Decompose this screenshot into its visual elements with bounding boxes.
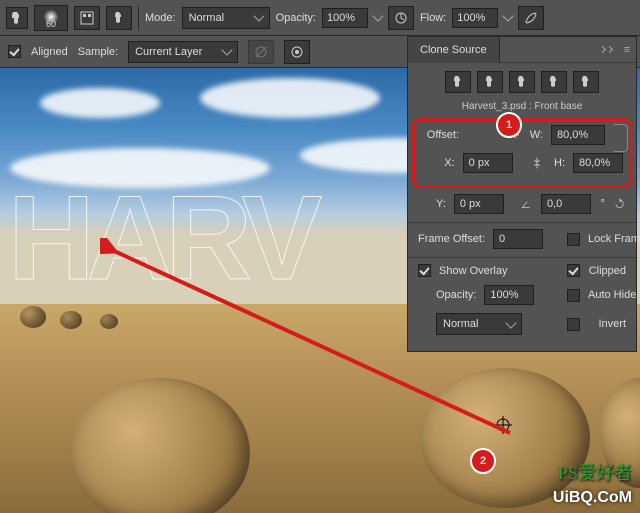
aligned-label: Aligned bbox=[31, 46, 68, 58]
show-overlay-checkbox[interactable] bbox=[418, 264, 431, 277]
hay-bale bbox=[20, 306, 46, 328]
chevron-down-icon[interactable] bbox=[503, 10, 514, 21]
height-label: H: bbox=[553, 157, 565, 169]
width-label: W: bbox=[529, 129, 543, 141]
annotation-badge-1: 1 bbox=[496, 112, 522, 138]
show-overlay-label: Show Overlay bbox=[439, 265, 477, 277]
reset-transform-icon[interactable] bbox=[613, 196, 626, 212]
chevron-down-icon bbox=[221, 44, 232, 55]
clone-source-3-button[interactable] bbox=[509, 71, 535, 93]
flip-vertical-icon[interactable] bbox=[529, 155, 545, 171]
marquee-selection-text: HARV bbox=[8, 178, 314, 298]
opacity-input[interactable]: 100% bbox=[322, 8, 368, 28]
panel-menu-icon[interactable]: ≡ bbox=[618, 44, 636, 56]
clone-source-5-button[interactable] bbox=[573, 71, 599, 93]
clone-source-panel: Clone Source ≡ Harvest_3.psd : Front bas… bbox=[407, 36, 637, 352]
auto-hide-checkbox[interactable] bbox=[567, 289, 580, 302]
offset-label: Offset: bbox=[421, 129, 459, 141]
invert-label: Invert bbox=[588, 318, 626, 330]
frame-offset-input[interactable]: 0 bbox=[493, 229, 543, 249]
y-input[interactable]: 0 px bbox=[454, 194, 504, 214]
clone-sample-cursor bbox=[494, 416, 512, 434]
sample-label: Sample: bbox=[78, 46, 118, 58]
mode-select[interactable]: Normal bbox=[182, 7, 270, 29]
brush-size-label: 60 bbox=[46, 19, 56, 29]
pressure-size-button[interactable] bbox=[284, 40, 310, 64]
panel-tab-bar: Clone Source ≡ bbox=[408, 37, 636, 63]
x-label: X: bbox=[421, 157, 455, 169]
frame-offset-label: Frame Offset: bbox=[418, 233, 485, 245]
mode-label: Mode: bbox=[145, 12, 176, 24]
chevron-down-icon[interactable] bbox=[372, 10, 383, 21]
tool-preset-picker[interactable] bbox=[6, 7, 28, 29]
lock-frame-checkbox[interactable] bbox=[567, 233, 580, 246]
angle-input[interactable]: 0,0 bbox=[541, 194, 591, 214]
toggle-brush-panel-button[interactable] bbox=[74, 6, 100, 30]
hay-bale bbox=[60, 311, 82, 329]
overlay-mode-select[interactable]: Normal bbox=[436, 313, 522, 335]
link-wh-icon[interactable] bbox=[614, 124, 628, 152]
ignore-adjustment-button[interactable] bbox=[248, 40, 274, 64]
chevron-down-icon bbox=[505, 317, 516, 328]
chevron-down-icon bbox=[253, 10, 264, 21]
overlay-opacity-label: Opacity: bbox=[436, 289, 476, 301]
annotation-highlight-box: Offset: W: 80,0% X: 0 px H: 80,0% bbox=[412, 118, 632, 188]
airbrush-button[interactable] bbox=[518, 6, 544, 30]
clone-source-tab[interactable]: Clone Source bbox=[408, 37, 500, 63]
clone-source-1-button[interactable] bbox=[445, 71, 471, 93]
width-input[interactable]: 80,0% bbox=[551, 125, 605, 145]
watermark-text-1: PS爱好者 bbox=[558, 459, 632, 485]
auto-hide-label: Auto Hide bbox=[588, 289, 626, 301]
y-label: Y: bbox=[418, 198, 446, 210]
overlay-opacity-input[interactable]: 100% bbox=[484, 285, 534, 305]
flow-label: Flow: bbox=[420, 12, 446, 24]
aligned-checkbox[interactable] bbox=[8, 45, 21, 58]
opacity-label: Opacity: bbox=[276, 12, 316, 24]
clipped-label: Clipped bbox=[588, 265, 626, 277]
sample-select[interactable]: Current Layer bbox=[128, 41, 238, 63]
brush-preset-picker[interactable]: 60 bbox=[34, 5, 68, 31]
invert-checkbox[interactable] bbox=[567, 318, 580, 331]
hay-bale bbox=[100, 314, 118, 329]
annotation-badge-2: 2 bbox=[470, 448, 496, 474]
source-document-label: Harvest_3.psd : Front base bbox=[418, 101, 626, 112]
clone-source-4-button[interactable] bbox=[541, 71, 567, 93]
lock-frame-label: Lock Frame bbox=[588, 233, 626, 245]
collapse-panel-icon[interactable] bbox=[600, 47, 612, 52]
clipped-checkbox[interactable] bbox=[567, 264, 580, 277]
angle-icon bbox=[520, 196, 533, 212]
options-bar: 60 Mode: Normal Opacity: 100% Flow: 100% bbox=[0, 0, 640, 36]
clone-source-2-button[interactable] bbox=[477, 71, 503, 93]
flow-input[interactable]: 100% bbox=[452, 8, 498, 28]
pressure-opacity-button[interactable] bbox=[388, 6, 414, 30]
clone-source-buttons bbox=[418, 71, 626, 93]
height-input[interactable]: 80,0% bbox=[573, 153, 623, 173]
x-input[interactable]: 0 px bbox=[463, 153, 513, 173]
watermark-text-2: UiBQ.CoM bbox=[553, 489, 632, 507]
hay-bale bbox=[420, 368, 590, 508]
toggle-clone-source-panel-button[interactable] bbox=[106, 6, 132, 30]
